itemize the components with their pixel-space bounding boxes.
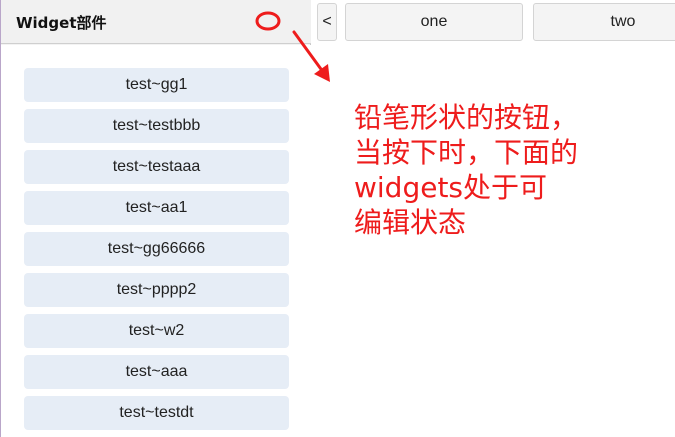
panel-title: Widget部件	[16, 14, 107, 32]
widget-item-aaa[interactable]: test~aaa	[24, 355, 289, 389]
widget-panel: Widget部件 test~gg1 test~testbbb test~test…	[0, 0, 311, 437]
pencil-edit-button[interactable]	[253, 9, 283, 33]
widget-list: test~gg1 test~testbbb test~testaaa test~…	[24, 68, 289, 437]
widget-item-w2[interactable]: test~w2	[24, 314, 289, 348]
widget-item-testdt[interactable]: test~testdt	[24, 396, 289, 430]
app-window: Widget部件 test~gg1 test~testbbb test~test…	[0, 0, 675, 437]
widget-item-testaaa[interactable]: test~testaaa	[24, 150, 289, 184]
tab-bar: < one two	[311, 0, 675, 48]
annotation-line-2: 当按下时，下面的	[354, 136, 579, 169]
widget-panel-header: Widget部件	[1, 0, 311, 44]
tab-one[interactable]: one	[345, 3, 523, 41]
annotation-line-3: widgets处于可	[354, 171, 548, 204]
pencil-icon	[255, 11, 281, 31]
widget-item-aa1[interactable]: test~aa1	[24, 191, 289, 225]
widget-list-area: test~gg1 test~testbbb test~testaaa test~…	[1, 45, 311, 437]
widget-item-gg1[interactable]: test~gg1	[24, 68, 289, 102]
annotation-text: 铅笔形状的按钮， 当按下时，下面的 widgets处于可 编辑状态	[354, 100, 654, 240]
tab-two[interactable]: two	[533, 3, 675, 41]
tab-prev-button[interactable]: <	[317, 3, 337, 41]
widget-item-testbbb[interactable]: test~testbbb	[24, 109, 289, 143]
widget-item-pppp2[interactable]: test~pppp2	[24, 273, 289, 307]
annotation-line-1: 铅笔形状的按钮，	[354, 101, 579, 134]
widget-item-gg66666[interactable]: test~gg66666	[24, 232, 289, 266]
annotation-line-4: 编辑状态	[354, 206, 467, 239]
